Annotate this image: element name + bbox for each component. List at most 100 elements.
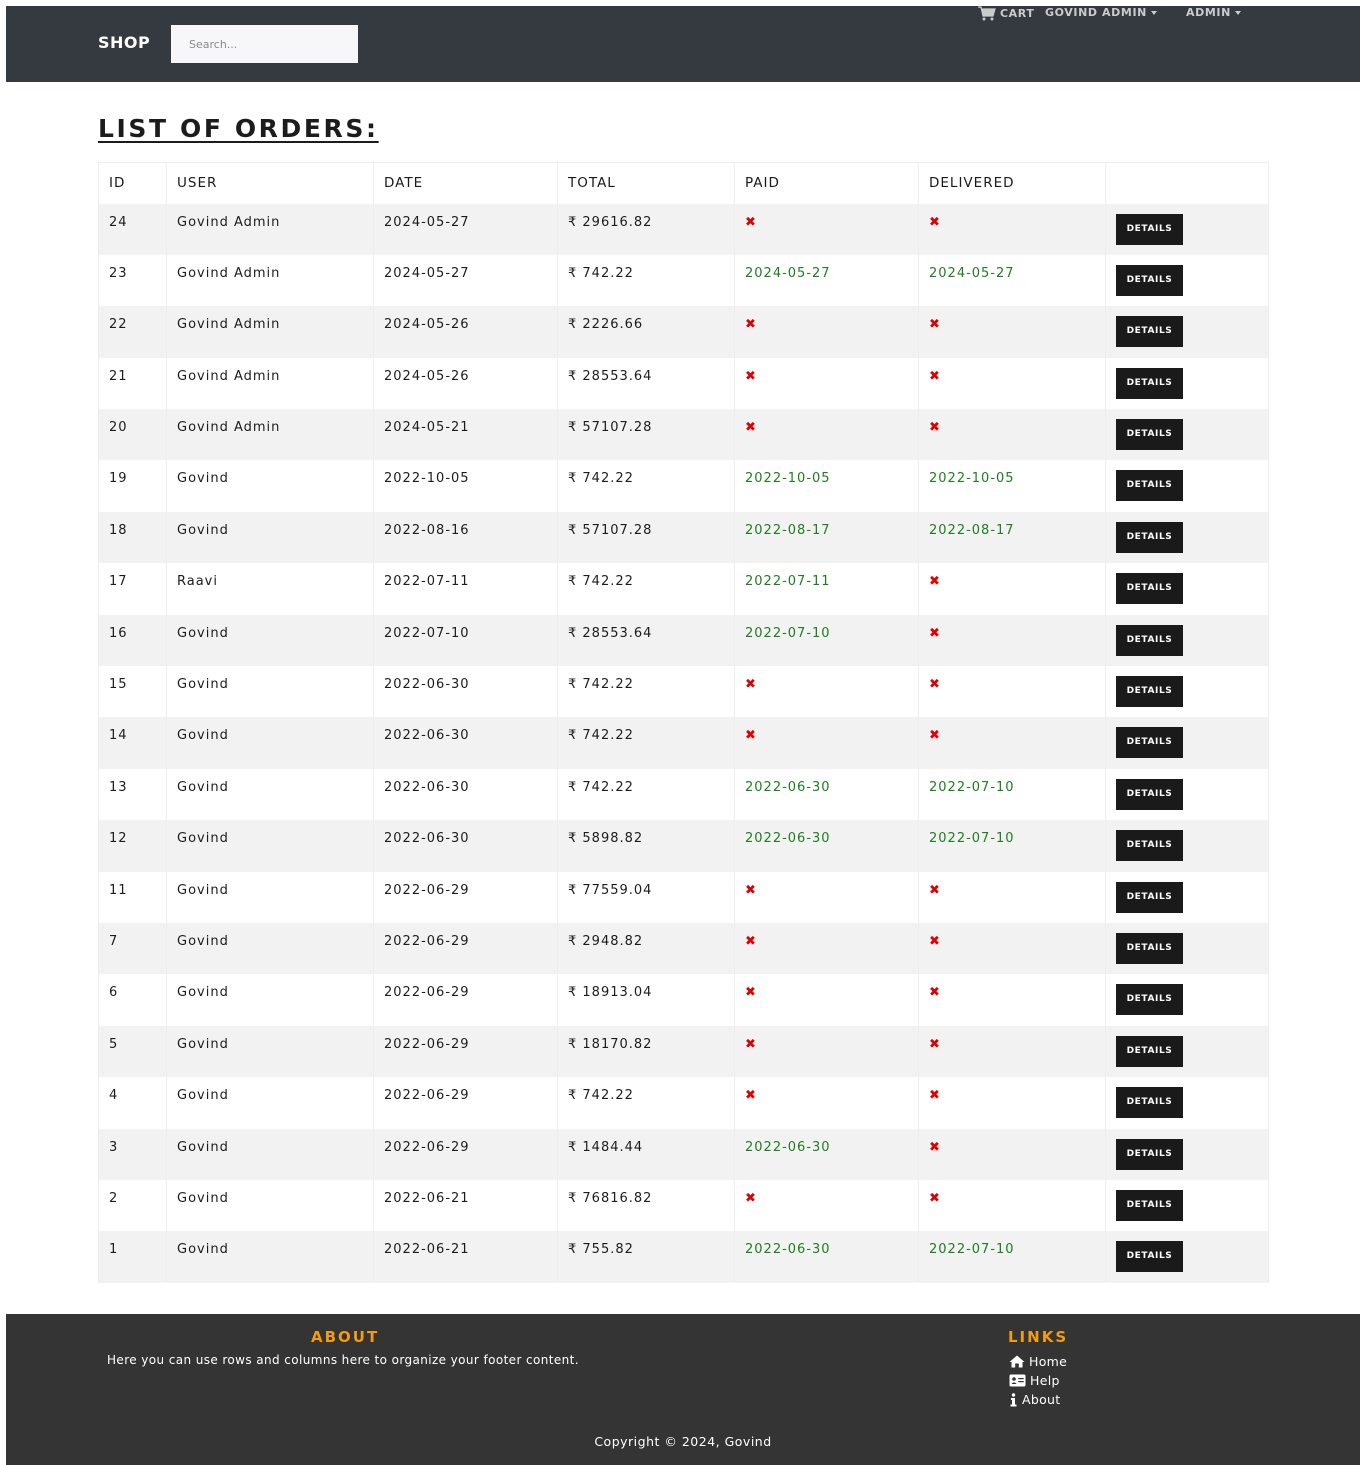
table-row: 13 Govind 2022-06-30 ₹ 742.22 2022-06-30 2022… xyxy=(98,768,1269,821)
search-input[interactable] xyxy=(171,25,358,63)
details-button[interactable]: DETAILS xyxy=(1116,264,1183,296)
cell-paid: 2022-06-30 xyxy=(734,1231,919,1283)
cart-icon xyxy=(978,6,996,21)
cell-total: ₹ 76816.82 xyxy=(557,1179,735,1232)
cell-total: ₹ 742.22 xyxy=(557,563,735,615)
details-button[interactable]: DETAILS xyxy=(1116,419,1183,451)
cell-actions: DETAILS xyxy=(1105,563,1269,615)
chevron-down-icon xyxy=(1150,10,1157,15)
details-button[interactable]: DETAILS xyxy=(1116,1189,1183,1221)
cell-date: 2022-06-21 xyxy=(373,1179,558,1232)
cell-total: ₹ 742.22 xyxy=(557,460,735,512)
details-button[interactable]: DETAILS xyxy=(1116,830,1183,862)
details-button[interactable]: DETAILS xyxy=(1116,932,1183,964)
details-button[interactable]: DETAILS xyxy=(1116,727,1183,759)
cell-actions: DETAILS xyxy=(1105,768,1269,821)
cell-actions: DETAILS xyxy=(1105,254,1269,307)
not-done-x-icon: ✖ xyxy=(929,420,941,436)
details-button[interactable]: DETAILS xyxy=(1116,316,1183,348)
details-button[interactable]: DETAILS xyxy=(1116,1087,1183,1119)
not-done-x-icon: ✖ xyxy=(745,317,757,333)
cell-id: 19 xyxy=(98,460,167,512)
not-done-x-icon: ✖ xyxy=(929,1036,941,1052)
not-done-x-icon: ✖ xyxy=(929,1190,941,1206)
cell-total: ₹ 77559.04 xyxy=(557,871,735,923)
cell-total: ₹ 5898.82 xyxy=(557,820,735,872)
table-row: 16 Govind 2022-07-10 ₹ 28553.64 2022-07-10 ✖ D… xyxy=(98,614,1269,667)
header-paid: PAID xyxy=(734,162,919,204)
cell-id: 1 xyxy=(98,1231,167,1283)
cell-delivered: 2022-07-10 xyxy=(918,820,1106,872)
table-row: 4 Govind 2022-06-29 ₹ 742.22 ✖ ✖ DETAILS xyxy=(98,1077,1269,1129)
cell-delivered: ✖ xyxy=(918,563,1106,615)
table-row: 6 Govind 2022-06-29 ₹ 18913.04 ✖ ✖ DETAILS xyxy=(98,974,1269,1026)
table-header-row: ID USER DATE TOTAL PAID DELIVERED xyxy=(98,162,1269,204)
table-row: 14 Govind 2022-06-30 ₹ 742.22 ✖ ✖ DETAILS xyxy=(98,717,1269,769)
cell-date: 2022-06-30 xyxy=(373,768,558,821)
footer-about-title: ABOUT xyxy=(311,1328,380,1346)
cell-paid: ✖ xyxy=(734,306,919,358)
cell-date: 2022-06-29 xyxy=(373,871,558,923)
cell-user: Govind Admin xyxy=(166,254,374,307)
not-done-x-icon: ✖ xyxy=(745,985,757,1001)
details-button[interactable]: DETAILS xyxy=(1116,984,1183,1016)
cell-id: 14 xyxy=(98,717,167,769)
not-done-x-icon: ✖ xyxy=(929,728,941,744)
details-button[interactable]: DETAILS xyxy=(1116,1241,1183,1273)
cell-delivered: 2022-08-17 xyxy=(918,511,1106,564)
cell-id: 2 xyxy=(98,1179,167,1232)
table-row: 1 Govind 2022-06-21 ₹ 755.82 2022-06-30 2022-… xyxy=(98,1231,1269,1283)
cell-user: Govind xyxy=(166,871,374,923)
footer-link-help[interactable]: Help xyxy=(1009,1371,1067,1390)
details-button[interactable]: DETAILS xyxy=(1116,624,1183,656)
orders-table-body: 24 Govind Admin 2024-05-27 ₹ 29616.82 ✖ ✖ DETA… xyxy=(98,203,1269,1283)
cell-total: ₹ 742.22 xyxy=(557,768,735,821)
cell-id: 7 xyxy=(98,922,167,975)
cell-id: 5 xyxy=(98,1025,167,1078)
cell-paid: 2022-10-05 xyxy=(734,460,919,512)
header-id: ID xyxy=(98,162,167,204)
top-navbar: SHOP CART GOVIND ADMIN ADMIN xyxy=(6,6,1360,82)
cell-user: Govind xyxy=(166,1128,374,1180)
details-button[interactable]: DETAILS xyxy=(1116,1035,1183,1067)
cell-paid: ✖ xyxy=(734,974,919,1026)
not-done-x-icon: ✖ xyxy=(929,933,941,949)
table-row: 17 Raavi 2022-07-11 ₹ 742.22 2022-07-11 ✖ DETA… xyxy=(98,563,1269,615)
cell-total: ₹ 28553.64 xyxy=(557,357,735,410)
cell-total: ₹ 29616.82 xyxy=(557,203,735,255)
cell-user: Govind xyxy=(166,460,374,512)
details-button[interactable]: DETAILS xyxy=(1116,676,1183,708)
details-button[interactable]: DETAILS xyxy=(1116,470,1183,502)
cell-paid: ✖ xyxy=(734,666,919,718)
cell-delivered: ✖ xyxy=(918,871,1106,923)
cell-user: Govind xyxy=(166,768,374,821)
cell-user: Govind Admin xyxy=(166,409,374,461)
details-button[interactable]: DETAILS xyxy=(1116,521,1183,553)
cell-user: Govind xyxy=(166,922,374,975)
not-done-x-icon: ✖ xyxy=(745,1088,757,1104)
cell-paid: 2022-06-30 xyxy=(734,768,919,821)
details-button[interactable]: DETAILS xyxy=(1116,213,1183,245)
cell-date: 2024-05-26 xyxy=(373,357,558,410)
cell-actions: DETAILS xyxy=(1105,306,1269,358)
cell-delivered: ✖ xyxy=(918,1025,1106,1078)
cell-id: 15 xyxy=(98,666,167,718)
brand-logo[interactable]: SHOP xyxy=(98,33,150,52)
cell-paid: 2022-08-17 xyxy=(734,511,919,564)
details-button[interactable]: DETAILS xyxy=(1116,573,1183,605)
details-button[interactable]: DETAILS xyxy=(1116,881,1183,913)
cell-delivered: ✖ xyxy=(918,357,1106,410)
footer-link-about[interactable]: About xyxy=(1009,1390,1067,1409)
details-button[interactable]: DETAILS xyxy=(1116,778,1183,810)
footer-link-home[interactable]: Home xyxy=(1009,1352,1067,1371)
details-button[interactable]: DETAILS xyxy=(1116,367,1183,399)
table-row: 23 Govind Admin 2024-05-27 ₹ 742.22 2024-05-… xyxy=(98,254,1269,307)
cell-actions: DETAILS xyxy=(1105,922,1269,975)
details-button[interactable]: DETAILS xyxy=(1116,1138,1183,1170)
user-dropdown[interactable]: GOVIND ADMIN xyxy=(1045,6,1157,19)
cell-delivered: ✖ xyxy=(918,1077,1106,1129)
admin-dropdown[interactable]: ADMIN xyxy=(1186,6,1241,19)
info-icon xyxy=(1010,1392,1017,1406)
table-row: 2 Govind 2022-06-21 ₹ 76816.82 ✖ ✖ DETAILS xyxy=(98,1179,1269,1232)
cart-link[interactable]: CART xyxy=(978,6,1034,21)
